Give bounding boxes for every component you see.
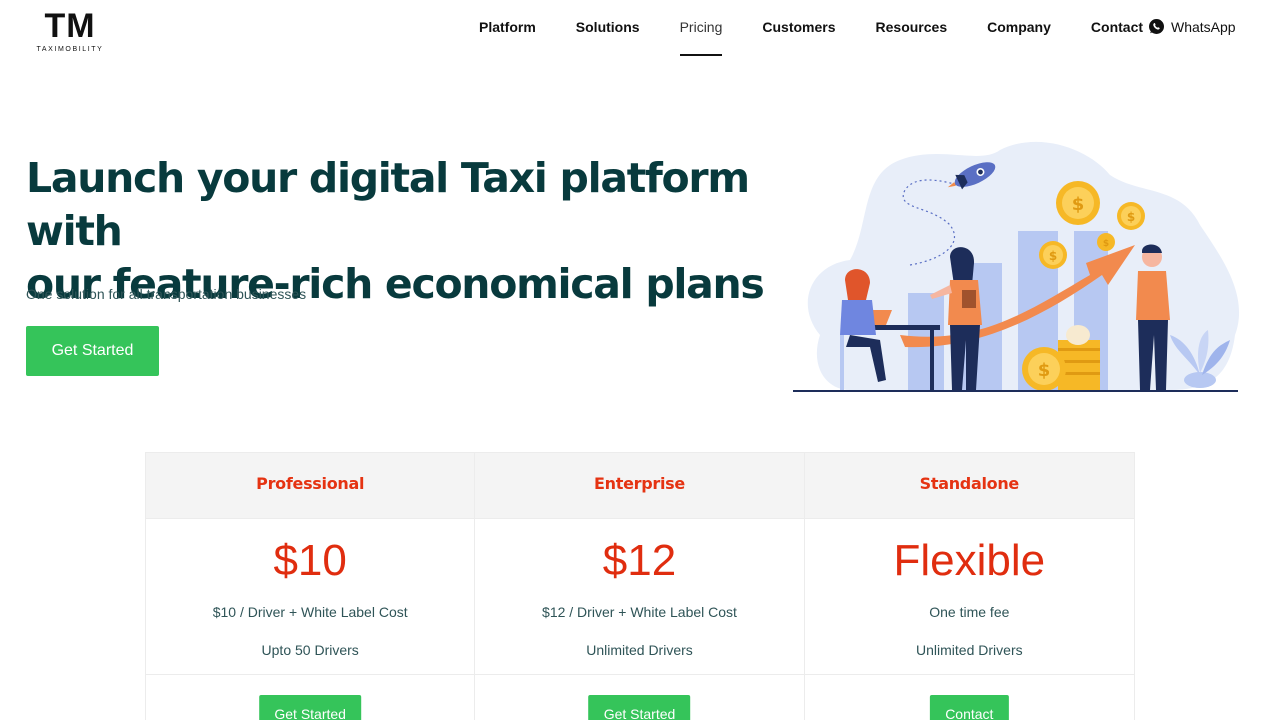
pricing-table: Professional $10 $10 / Driver + White La… bbox=[145, 452, 1135, 720]
svg-text:$: $ bbox=[1049, 249, 1057, 263]
plan-cost-detail: $12 / Driver + White Label Cost bbox=[542, 604, 737, 620]
hero-get-started-button[interactable]: Get Started bbox=[26, 326, 159, 376]
plan-divider bbox=[475, 674, 804, 675]
nav-item-resources[interactable]: Resources bbox=[876, 18, 948, 56]
standalone-contact-button[interactable]: Contact bbox=[930, 695, 1009, 720]
plan-price: Flexible bbox=[893, 536, 1046, 585]
plan-name: Professional bbox=[146, 453, 475, 519]
plan-driver-limit: Unlimited Drivers bbox=[586, 642, 693, 658]
plan-name: Enterprise bbox=[475, 453, 804, 519]
whatsapp-icon bbox=[1148, 18, 1165, 35]
whatsapp-label: WhatsApp bbox=[1171, 18, 1236, 35]
plan-name: Standalone bbox=[804, 453, 1134, 519]
svg-text:$: $ bbox=[1072, 194, 1085, 215]
svg-text:$: $ bbox=[1038, 360, 1051, 381]
plan-price: $12 bbox=[602, 536, 677, 585]
plan-cost-detail: One time fee bbox=[929, 604, 1010, 620]
main-nav: Platform Solutions Pricing Customers Res… bbox=[479, 18, 1183, 56]
plan-divider bbox=[804, 674, 1134, 675]
plan-price: $10 bbox=[273, 536, 347, 585]
nav-item-platform[interactable]: Platform bbox=[479, 18, 536, 56]
growth-illustration: $ $ $ $ $ bbox=[790, 135, 1245, 400]
hero-subtitle: One solution for all transportation busi… bbox=[26, 286, 307, 302]
nav-item-solutions[interactable]: Solutions bbox=[576, 18, 640, 56]
plan-divider bbox=[146, 674, 475, 675]
professional-get-started-button[interactable]: Get Started bbox=[259, 695, 361, 720]
logo[interactable]: TM TAXIMOBILITY bbox=[35, 9, 105, 57]
plan-standalone: Standalone Flexible One time fee Unlimit… bbox=[804, 453, 1134, 720]
plan-enterprise: Enterprise $12 $12 / Driver + White Labe… bbox=[475, 453, 805, 720]
site-header: TM TAXIMOBILITY Platform Solutions Prici… bbox=[0, 0, 1280, 60]
svg-text:$: $ bbox=[1127, 210, 1135, 224]
plan-cost-detail: $10 / Driver + White Label Cost bbox=[212, 604, 408, 620]
whatsapp-link[interactable]: WhatsApp bbox=[1148, 18, 1236, 35]
nav-item-contact[interactable]: Contact bbox=[1091, 18, 1143, 56]
plan-professional: Professional $10 $10 / Driver + White La… bbox=[146, 453, 476, 720]
nav-item-customers[interactable]: Customers bbox=[762, 18, 835, 56]
hero-title-line-1: Launch your digital Taxi platform with bbox=[26, 154, 750, 255]
plan-driver-limit: Unlimited Drivers bbox=[916, 642, 1023, 658]
enterprise-get-started-button[interactable]: Get Started bbox=[588, 695, 691, 720]
svg-text:$: $ bbox=[1103, 239, 1109, 249]
logo-subtitle: TAXIMOBILITY bbox=[36, 46, 104, 53]
nav-item-pricing[interactable]: Pricing bbox=[679, 18, 722, 56]
logo-mark: TM bbox=[44, 7, 96, 45]
nav-item-company[interactable]: Company bbox=[987, 18, 1051, 56]
plan-driver-limit: Upto 50 Drivers bbox=[261, 642, 359, 658]
